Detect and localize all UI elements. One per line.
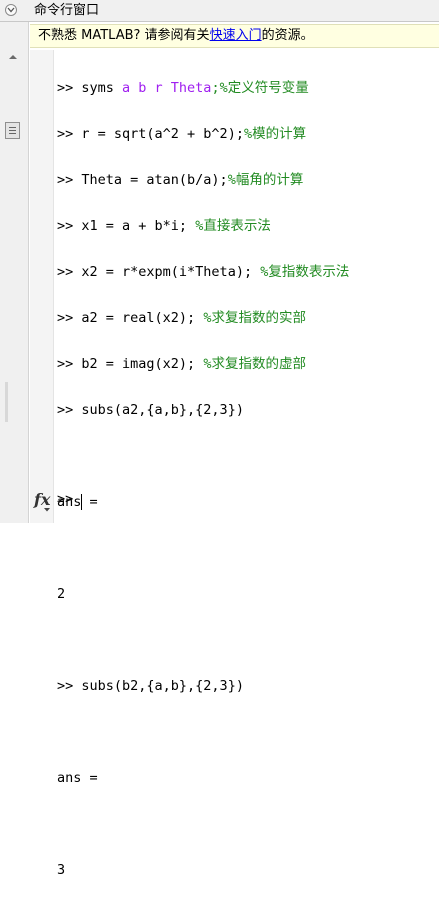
command-line: >> subs(b2,{a,b},{2,3}) bbox=[57, 678, 244, 694]
title-bar: 命令行窗口 bbox=[0, 0, 439, 22]
info-text-suffix: 的资源。 bbox=[261, 28, 314, 43]
fx-icon[interactable]: fx bbox=[34, 490, 50, 509]
command-gutter bbox=[30, 50, 54, 523]
scroll-track bbox=[5, 382, 8, 422]
command-line: >> b2 = imag(x2); %求复指数的虚部 bbox=[57, 356, 306, 372]
command-line: >> x1 = a + b*i; %直接表示法 bbox=[57, 218, 271, 234]
output-value: 2 bbox=[57, 586, 66, 602]
command-line: >> x2 = r*expm(i*Theta); %复指数表示法 bbox=[57, 264, 350, 280]
command-line: >> syms a b r Theta;%定义符号变量 bbox=[57, 80, 309, 96]
command-line: >> subs(a2,{a,b},{2,3}) bbox=[57, 402, 244, 418]
output-label: ans = bbox=[57, 770, 98, 786]
command-history: >> syms a b r Theta;%定义符号变量 >> r = sqrt(… bbox=[57, 54, 349, 905]
syms-vars: a b r Theta bbox=[122, 80, 212, 96]
info-text-prefix: 不熟悉 MATLAB? 请参阅有关 bbox=[38, 28, 210, 43]
text-cursor bbox=[81, 494, 82, 510]
window-title: 命令行窗口 bbox=[34, 3, 100, 18]
command-line: >> r = sqrt(a^2 + b^2);%模的计算 bbox=[57, 126, 307, 142]
command-prompt[interactable]: >> bbox=[57, 491, 73, 507]
chevron-down-icon bbox=[7, 7, 15, 13]
command-line: >> Theta = atan(b/a);%幅角的计算 bbox=[57, 172, 304, 188]
collapse-button[interactable] bbox=[5, 4, 17, 16]
output-label: ans = bbox=[57, 494, 98, 510]
output-value: 3 bbox=[57, 862, 66, 878]
command-line: >> a2 = real(x2); %求复指数的实部 bbox=[57, 310, 306, 326]
splitter-grip[interactable] bbox=[5, 122, 20, 139]
left-rail bbox=[0, 22, 29, 523]
quick-start-link[interactable]: 快速入门 bbox=[210, 28, 262, 43]
fx-dropdown-icon[interactable] bbox=[44, 508, 50, 512]
scroll-up-icon[interactable] bbox=[9, 54, 17, 60]
info-bar: 不熟悉 MATLAB? 请参阅有关快速入门的资源。 bbox=[30, 24, 439, 48]
